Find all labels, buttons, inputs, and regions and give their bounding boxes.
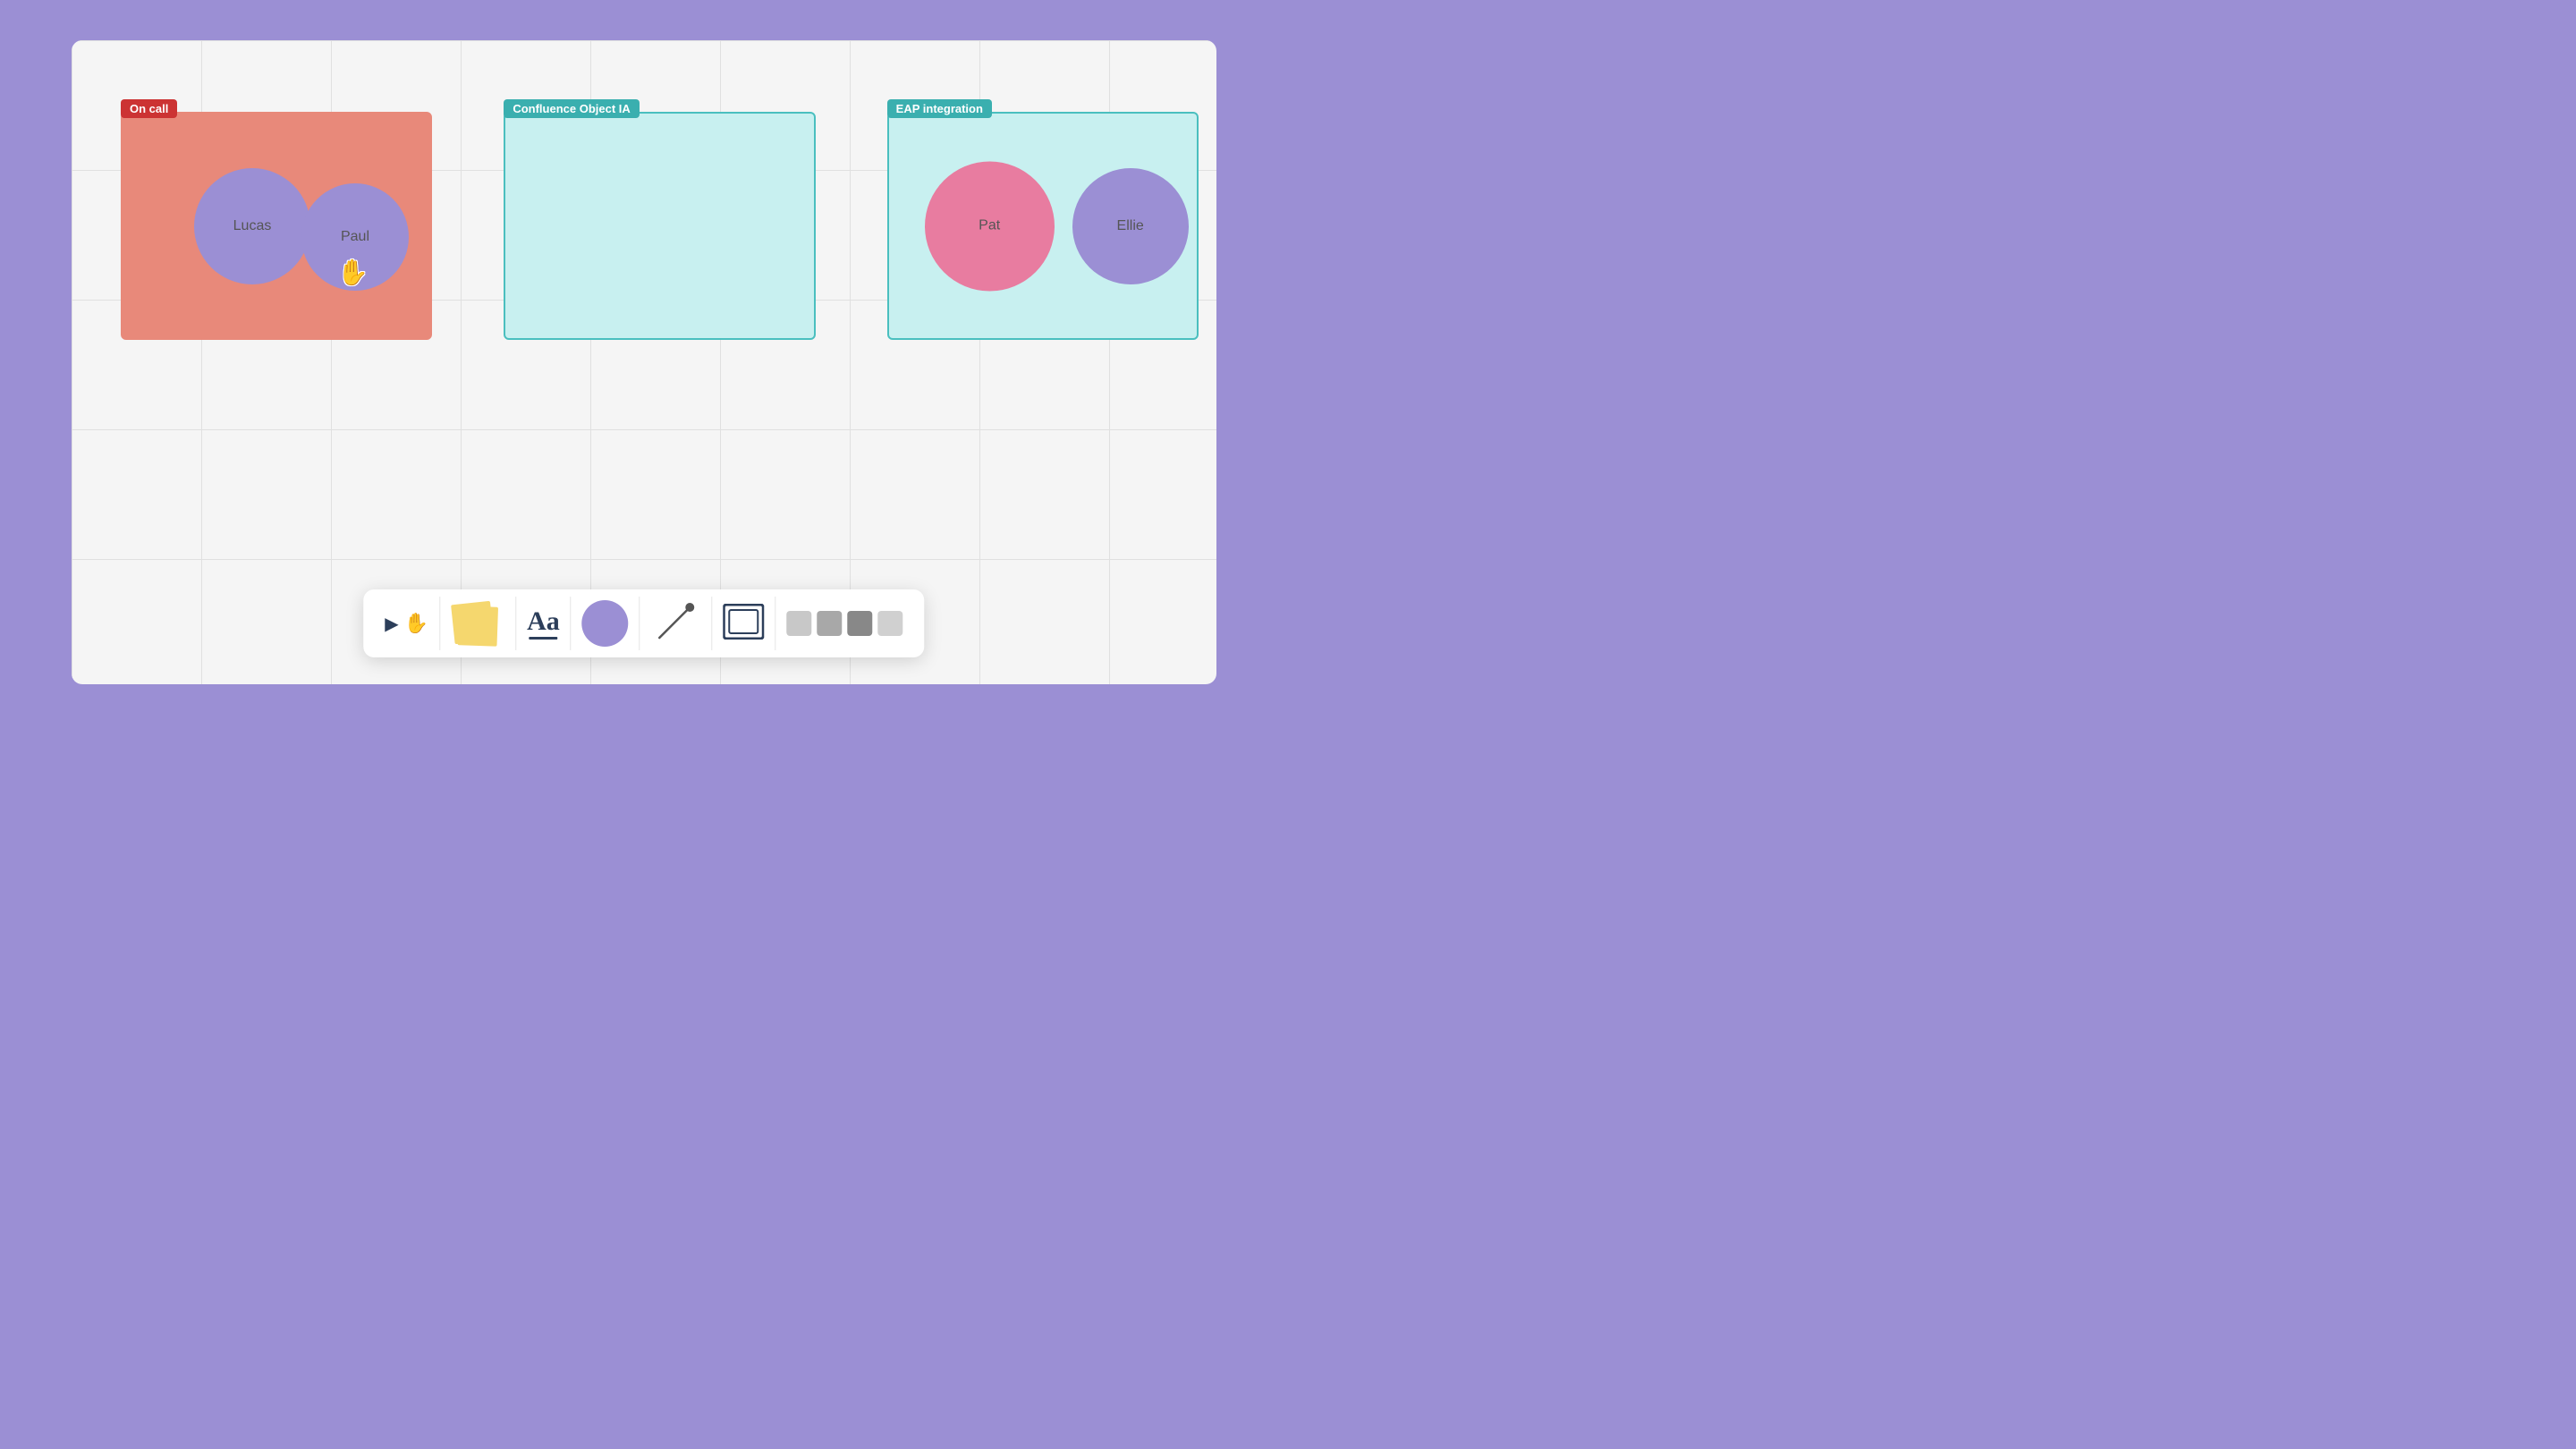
play-icon: ▶: [385, 613, 398, 635]
swatch-2[interactable]: [818, 611, 843, 636]
canvas: On call Lucas Paul ✋ Confluence Object I…: [72, 40, 1216, 684]
toolbar: ▶ ✋ Aa: [363, 589, 924, 657]
swatch-4[interactable]: [878, 611, 903, 636]
card-eap[interactable]: EAP integration Pat Ellie: [887, 112, 1199, 340]
swatch-3[interactable]: [848, 611, 873, 636]
toolbar-sticky-section[interactable]: [440, 597, 516, 650]
toolbar-frame-section[interactable]: [713, 597, 776, 650]
cards-area: On call Lucas Paul ✋ Confluence Object I…: [89, 112, 1199, 340]
avatar-pat: Pat: [925, 161, 1055, 291]
connector-tool-icon: [651, 598, 701, 648]
avatar-lucas: Lucas: [194, 168, 310, 284]
toolbar-connector-section[interactable]: [640, 597, 713, 650]
avatar-ellie: Ellie: [1072, 168, 1189, 284]
text-underline-decoration: [529, 637, 557, 640]
frame-tool-icon: [724, 604, 765, 644]
shape-circle-icon: [582, 600, 629, 647]
card-confluence-label: Confluence Object IA: [504, 99, 639, 118]
text-tool-icon: Aa: [527, 608, 560, 635]
card-eap-label: EAP integration: [887, 99, 992, 118]
card-confluence[interactable]: Confluence Object IA: [504, 112, 815, 340]
toolbar-shape-section[interactable]: [572, 597, 640, 650]
toolbar-cursor-section[interactable]: ▶ ✋: [374, 597, 440, 650]
swatch-1[interactable]: [787, 611, 812, 636]
card-oncall-label: On call: [121, 99, 177, 118]
toolbar-swatches-section[interactable]: [776, 597, 914, 650]
toolbar-text-section[interactable]: Aa: [516, 597, 572, 650]
hand-tool-icon: ✋: [404, 612, 428, 635]
sticky-notes-icon: [451, 601, 504, 646]
avatar-paul[interactable]: Paul: [301, 183, 409, 291]
card-oncall[interactable]: On call Lucas Paul ✋: [121, 112, 432, 340]
